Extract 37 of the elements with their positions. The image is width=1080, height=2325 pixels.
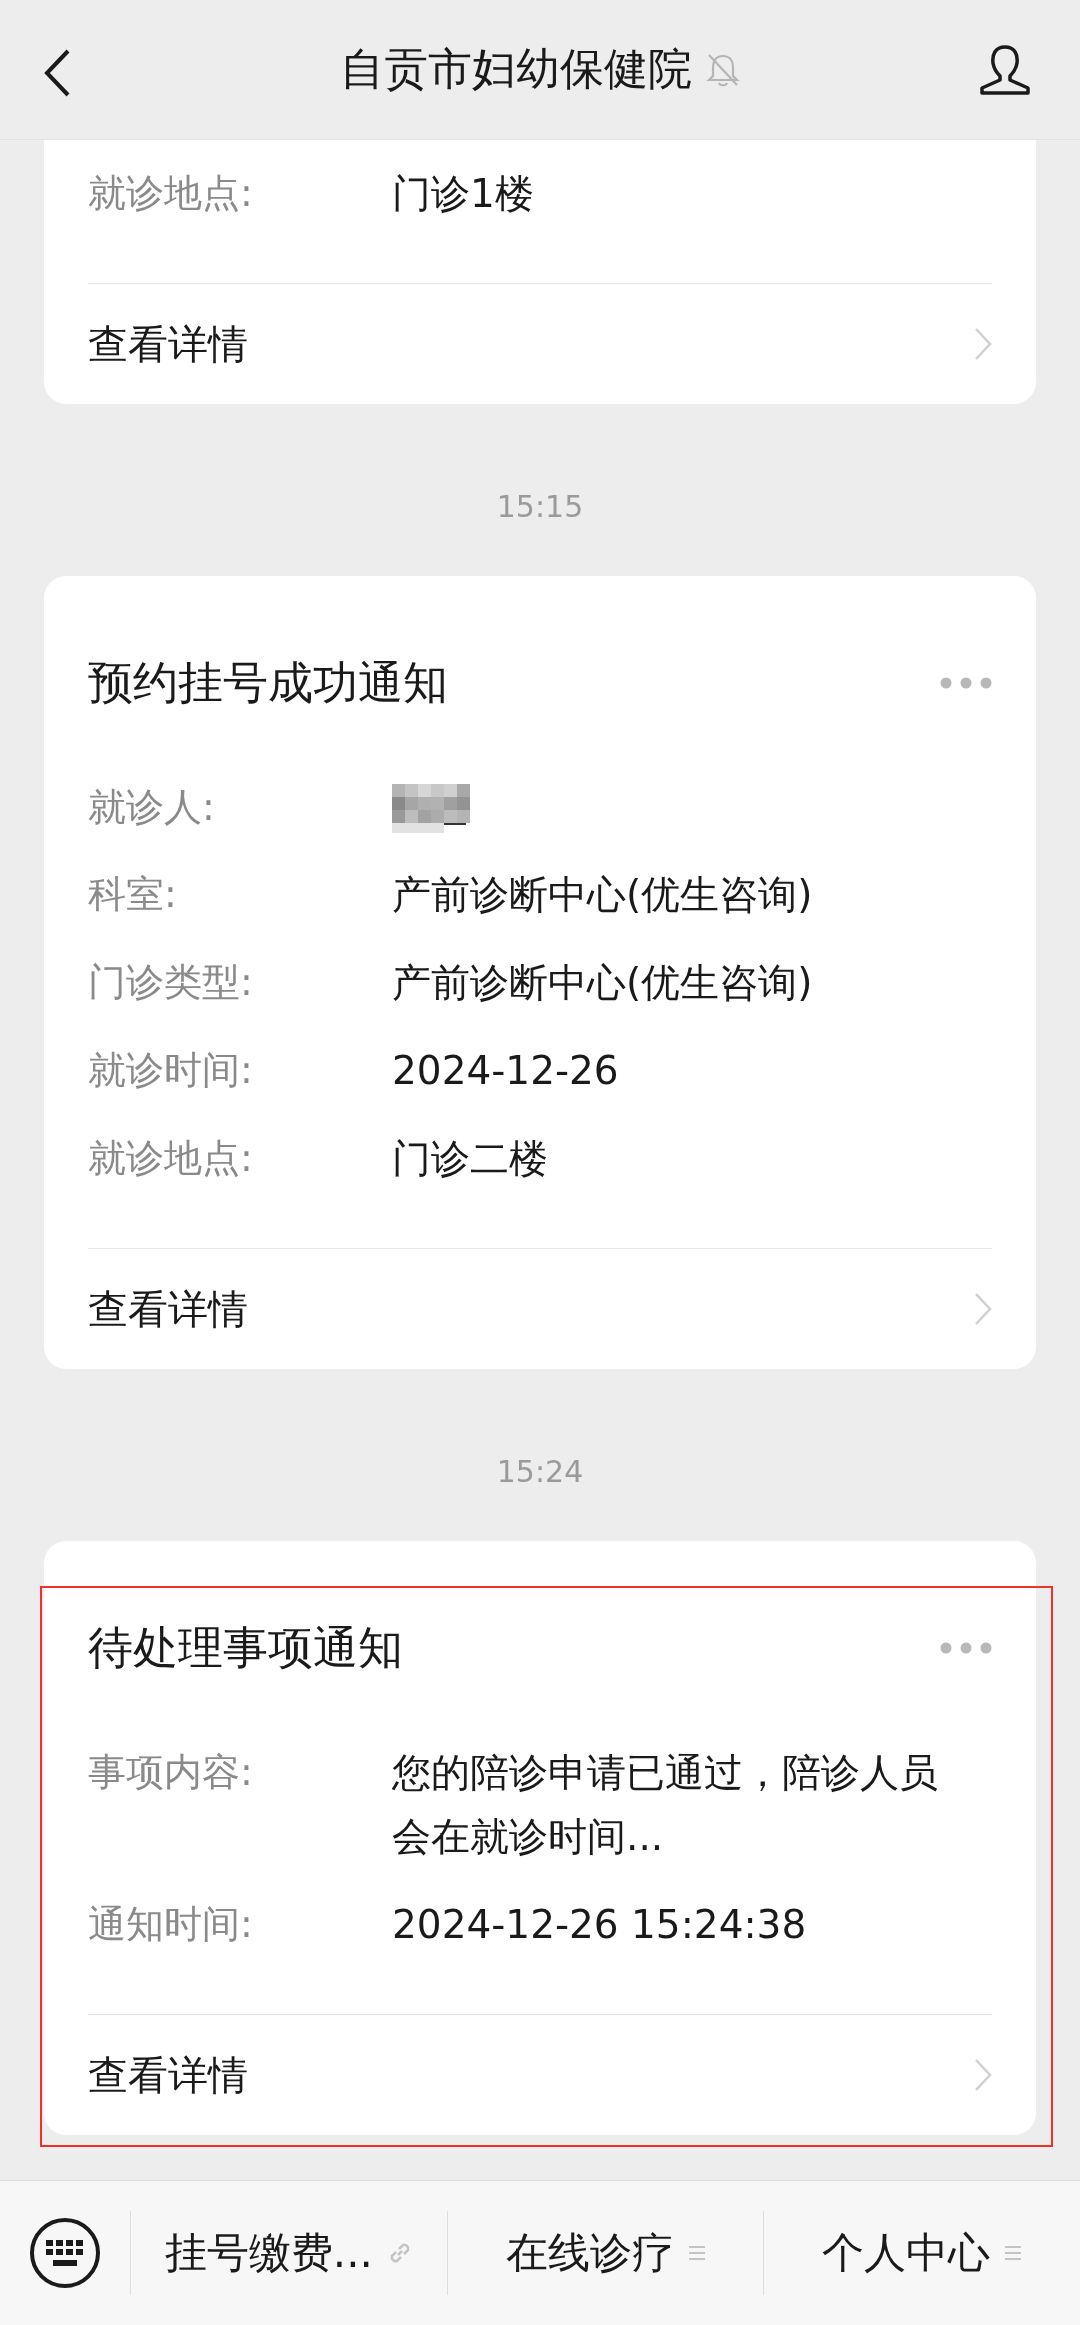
field-label: 就诊人: xyxy=(88,784,216,831)
menu-item[interactable]: 在线诊疗 xyxy=(446,2211,764,2295)
field-value: 2024-12-26 xyxy=(392,1047,620,1095)
field-label: 就诊地点: xyxy=(88,1135,254,1182)
view-details-link[interactable]: 查看详情 xyxy=(88,1281,248,1337)
field-label: 事项内容: xyxy=(88,1749,254,1796)
chevron-right-icon xyxy=(974,1292,992,1326)
view-details-link[interactable]: 查看详情 xyxy=(88,2047,248,2103)
field-value: 您的陪诊申请已通过，陪诊人员会在就诊时间... xyxy=(392,1749,939,1861)
field-label: 科室: xyxy=(88,871,178,918)
card-title: 预约挂号成功通知 xyxy=(88,655,448,711)
view-details-link[interactable]: 查看详情 xyxy=(88,316,248,372)
back-icon[interactable] xyxy=(42,48,72,98)
message-time: 15:24 xyxy=(496,1454,584,1490)
field-value: 门诊1楼 xyxy=(392,170,535,218)
menu-item[interactable]: 挂号缴费... xyxy=(130,2211,447,2295)
chevron-right-icon xyxy=(974,327,992,361)
view-details-row[interactable]: 查看详情 xyxy=(88,1248,992,1369)
field-value: 门诊二楼 xyxy=(392,1135,549,1183)
card-title: 待处理事项通知 xyxy=(88,1620,403,1676)
chat-title: 自贡市妇幼保健院 xyxy=(340,42,692,96)
submenu-icon xyxy=(687,2244,706,2262)
menu-item[interactable]: 个人中心 xyxy=(763,2211,1080,2295)
view-details-row[interactable]: 查看详情 xyxy=(88,283,992,404)
field-label: 通知时间: xyxy=(88,1901,254,1948)
field-label: 门诊类型: xyxy=(88,959,254,1006)
keyboard-icon[interactable] xyxy=(29,2217,101,2289)
view-details-row[interactable]: 查看详情 xyxy=(88,2014,992,2135)
person-icon[interactable] xyxy=(978,44,1032,96)
field-value: 产前诊断中心(优生咨询) xyxy=(392,959,814,1007)
field-value: 2024-12-26 15:24:38 xyxy=(392,1901,808,1949)
field-label: 就诊地点: xyxy=(88,170,254,217)
field-value: 产前诊断中心(优生咨询) xyxy=(392,871,814,919)
chevron-right-icon xyxy=(974,2058,992,2092)
message-time: 15:15 xyxy=(496,489,584,525)
submenu-icon xyxy=(1004,2244,1023,2262)
field-label: 就诊时间: xyxy=(88,1047,254,1094)
